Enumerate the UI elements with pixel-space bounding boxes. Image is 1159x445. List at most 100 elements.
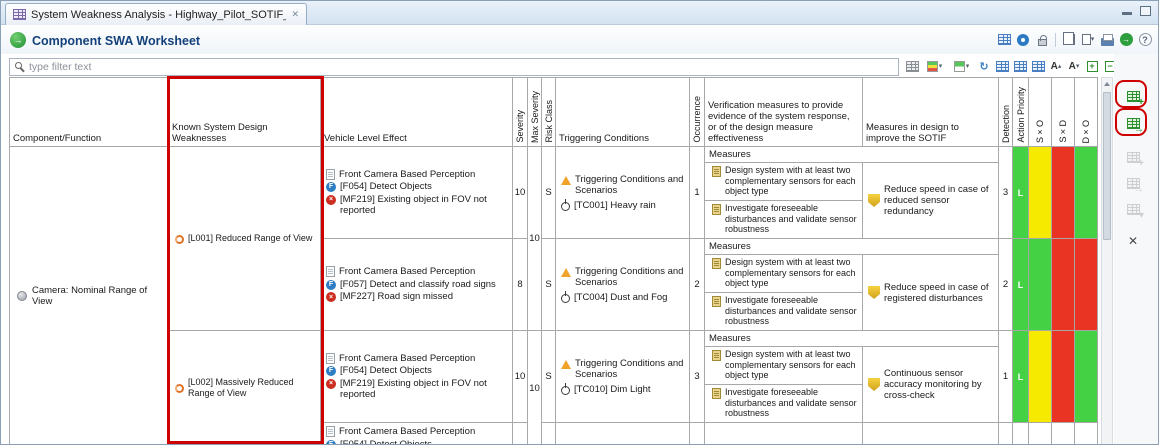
risk-class-cell[interactable]: S <box>542 331 556 423</box>
paste-dropdown-icon[interactable]: ▾ <box>1080 31 1096 48</box>
design-measure-icon <box>868 378 880 391</box>
add-weakness-row-button[interactable]: + <box>1121 84 1145 108</box>
editor-tab[interactable]: System Weakness Analysis - Highway_Pilot… <box>5 3 307 25</box>
sxd-cell[interactable] <box>1052 331 1075 423</box>
detection-cell[interactable]: 3 <box>999 147 1013 239</box>
detection-cell[interactable]: 1 <box>999 331 1013 423</box>
worksheet-tab-icon <box>13 9 26 20</box>
action-priority-cell[interactable]: L <box>1013 331 1029 423</box>
occurrence-cell[interactable]: 1 <box>690 147 705 239</box>
header-severity: Severity <box>513 77 528 147</box>
risk-class-cell[interactable]: S <box>542 239 556 331</box>
table-layout-icon-2[interactable] <box>1012 58 1028 75</box>
grid-view-icon[interactable] <box>996 31 1012 48</box>
detection-cell[interactable] <box>999 423 1013 445</box>
lock-icon[interactable] <box>1034 31 1050 48</box>
maximize-icon[interactable] <box>1140 6 1151 16</box>
export-icon[interactable]: → <box>1118 31 1134 48</box>
design-measure-cell[interactable]: Reduce speed in case of registered distu… <box>863 255 999 331</box>
highlight-color-dropdown-icon[interactable]: ▾ <box>922 58 947 75</box>
component-function-cell[interactable]: Camera: Nominal Range of View <box>9 147 169 445</box>
vehicle-effect-cell[interactable]: Front Camera Based Perception F[F054] De… <box>321 147 513 239</box>
dxo-cell[interactable] <box>1075 239 1098 331</box>
design-measure-icon <box>868 286 880 299</box>
verification-measures-cell[interactable]: Design system with at least two compleme… <box>705 347 863 423</box>
design-measure-cell[interactable] <box>863 423 999 445</box>
worksheet-view-icon: → <box>10 32 26 48</box>
copy-icon[interactable] <box>1061 31 1077 48</box>
action-priority-cell[interactable]: L <box>1013 239 1029 331</box>
weakness-cell-l002[interactable]: [L002] Massively Reduced Range of View <box>169 331 321 445</box>
dxo-cell[interactable] <box>1075 147 1098 239</box>
expand-all-icon[interactable]: + <box>1084 58 1100 75</box>
fill-color-dropdown-icon[interactable]: ▾ <box>949 58 974 75</box>
sxo-cell[interactable] <box>1029 239 1052 331</box>
sxd-cell[interactable] <box>1052 147 1075 239</box>
font-decrease-icon[interactable]: A▾ <box>1066 58 1082 75</box>
vehicle-effect-cell[interactable]: Front Camera Based Perception F[F057] De… <box>321 239 513 331</box>
help-icon[interactable]: ? <box>1137 31 1153 48</box>
triggering-condition-icon <box>561 386 570 395</box>
vertical-scrollbar[interactable] <box>1101 77 1113 445</box>
filter-input[interactable] <box>9 58 899 76</box>
verification-measures-cell[interactable] <box>705 423 863 445</box>
verification-measures-cell[interactable]: Design system with at least two compleme… <box>705 255 863 331</box>
severity-cell[interactable]: 10 <box>513 147 528 239</box>
detection-cell[interactable]: 2 <box>999 239 1013 331</box>
sxo-cell[interactable] <box>1029 423 1052 445</box>
weakness-cell-l001[interactable]: [L001] Reduced Range of View <box>169 147 321 331</box>
dxo-cell[interactable] <box>1075 423 1098 445</box>
sxd-cell[interactable] <box>1052 239 1075 331</box>
add-child-row-button[interactable]: → <box>1121 111 1145 135</box>
font-increase-icon[interactable]: A▴ <box>1048 58 1064 75</box>
edit-table-icon[interactable] <box>904 58 920 75</box>
table-layout-icon-3[interactable] <box>1030 58 1046 75</box>
window-controls <box>1122 6 1151 16</box>
vehicle-effect-cell[interactable]: Front Camera Based Perception F[F054] De… <box>321 331 513 423</box>
pin-view-icon[interactable] <box>1015 31 1031 48</box>
occurrence-cell[interactable]: 2 <box>690 239 705 331</box>
vehicle-effect-cell[interactable]: Front Camera Based Perception F[F054] De… <box>321 423 513 445</box>
risk-class-cell[interactable]: S <box>542 147 556 239</box>
design-measure-cell[interactable]: Reduce speed in case of reduced sensor r… <box>863 163 999 239</box>
triggering-conditions-cell[interactable]: Triggering Conditions and Scenarios [TC0… <box>556 331 690 423</box>
minimize-icon[interactable] <box>1122 6 1133 16</box>
header-dxo: D×O <box>1075 77 1098 147</box>
severity-cell[interactable] <box>513 423 528 445</box>
dxo-cell[interactable] <box>1075 331 1098 423</box>
sxo-cell[interactable] <box>1029 331 1052 423</box>
triggering-conditions-cell[interactable]: Triggering Conditions and Scenarios [TC0… <box>556 147 690 239</box>
verification-measures-cell[interactable]: Design system with at least two compleme… <box>705 163 863 239</box>
scrollbar-thumb[interactable] <box>1103 92 1111 240</box>
design-measure-cell[interactable]: Continuous sensor accuracy monitoring by… <box>863 347 999 423</box>
sxd-cell[interactable] <box>1052 423 1075 445</box>
severity-cell[interactable]: 8 <box>513 239 528 331</box>
print-icon[interactable] <box>1099 31 1115 48</box>
action-priority-cell[interactable] <box>1013 423 1029 445</box>
scroll-up-icon[interactable] <box>1102 78 1112 90</box>
search-icon <box>15 62 22 69</box>
triggering-conditions-cell[interactable]: Triggering Conditions and Scenarios [TC0… <box>556 239 690 331</box>
header-risk-class: Risk Class <box>542 77 556 147</box>
occurrence-cell[interactable]: 3 <box>690 331 705 423</box>
function-group-icon <box>326 266 335 277</box>
risk-class-cell[interactable] <box>542 423 556 445</box>
measure-icon <box>712 258 721 269</box>
measure-icon <box>712 204 721 215</box>
refresh-icon[interactable]: ↻ <box>976 58 992 75</box>
view-title: Component SWA Worksheet <box>32 34 200 48</box>
measures-group-header: Measures <box>705 331 999 347</box>
action-priority-cell[interactable]: L <box>1013 147 1029 239</box>
max-severity-cell[interactable]: 10 <box>528 147 542 331</box>
delete-row-button[interactable]: ✕ <box>1121 229 1145 253</box>
severity-cell[interactable]: 10 <box>513 331 528 423</box>
measure-icon <box>712 388 721 399</box>
max-severity-cell[interactable]: 10 <box>528 331 542 445</box>
component-icon <box>17 291 27 301</box>
triggering-group-icon <box>561 176 571 185</box>
sxo-cell[interactable] <box>1029 147 1052 239</box>
occurrence-cell[interactable] <box>690 423 705 445</box>
triggering-conditions-cell[interactable] <box>556 423 690 445</box>
table-layout-icon-1[interactable] <box>994 58 1010 75</box>
tab-close-icon[interactable]: ✕ <box>291 9 299 20</box>
